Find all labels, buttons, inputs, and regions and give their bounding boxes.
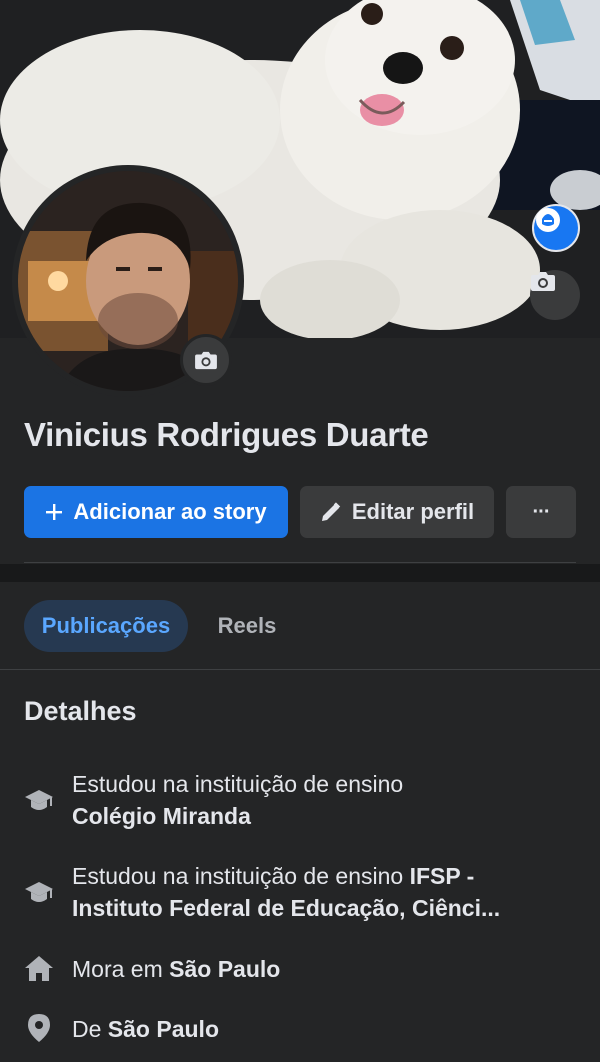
- detail-value: IFSP -: [409, 863, 475, 889]
- detail-item-from: De São Paulo: [24, 1013, 584, 1045]
- divider: [0, 669, 600, 670]
- divider: [24, 562, 576, 563]
- detail-item-education-2: Estudou na instituição de ensino IFSP - …: [24, 860, 584, 924]
- tab-reels[interactable]: Reels: [200, 600, 294, 652]
- tab-publicacoes[interactable]: Publicações: [24, 600, 188, 652]
- detail-item-education-1: Estudou na instituição de ensino Colégio…: [24, 768, 584, 832]
- detail-prefix: Estudou na instituição de ensino: [72, 863, 404, 889]
- camera-icon: [195, 351, 217, 370]
- location-pin-icon: [24, 1013, 54, 1043]
- edit-cover-button[interactable]: [530, 270, 580, 320]
- detail-prefix: Mora em: [72, 956, 163, 982]
- more-options-button[interactable]: ···: [506, 486, 576, 538]
- detail-value: Instituto Federal de Educação, Ciênci...: [72, 895, 501, 921]
- detail-item-lives-in: Mora em São Paulo: [24, 953, 584, 985]
- detail-prefix: De: [72, 1016, 102, 1042]
- detail-value: São Paulo: [107, 1016, 219, 1042]
- pencil-icon: [320, 501, 342, 523]
- section-separator: [0, 564, 600, 582]
- more-dots-icon: ···: [532, 500, 551, 523]
- graduation-cap-icon: [24, 878, 54, 908]
- add-to-story-label: Adicionar ao story: [73, 499, 267, 524]
- home-icon: [24, 953, 54, 983]
- avatar-icon: [536, 208, 560, 232]
- edit-profile-button[interactable]: Editar perfil: [300, 486, 494, 538]
- graduation-cap-icon: [24, 786, 54, 816]
- profile-name: Vinicius Rodrigues Duarte: [24, 416, 429, 453]
- plus-icon: [45, 503, 63, 521]
- add-to-story-button[interactable]: Adicionar ao story: [24, 486, 288, 538]
- detail-prefix: Estudou na instituição de ensino: [72, 771, 404, 797]
- camera-icon: [531, 272, 555, 291]
- detail-value: Colégio Miranda: [72, 803, 251, 829]
- details-heading: Detalhes: [24, 696, 137, 726]
- edit-profile-label: Editar perfil: [351, 499, 475, 524]
- edit-profile-picture-button[interactable]: [180, 334, 232, 386]
- detail-value: São Paulo: [169, 956, 281, 982]
- avatar-button[interactable]: [532, 204, 580, 252]
